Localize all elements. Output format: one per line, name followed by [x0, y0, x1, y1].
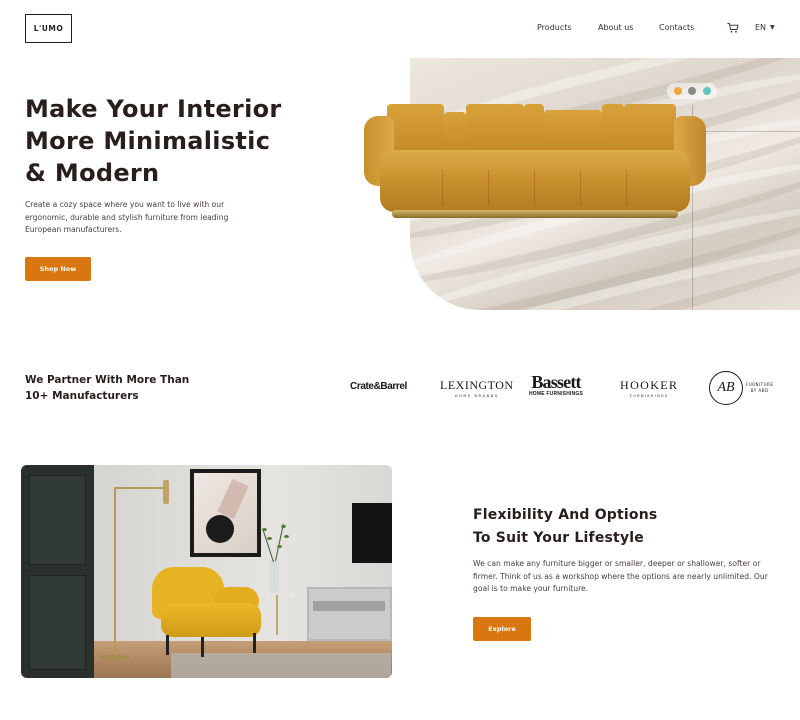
armchair-seat — [161, 603, 261, 637]
cart-icon[interactable] — [727, 22, 739, 34]
vase — [269, 560, 279, 593]
art-circle — [206, 515, 234, 543]
sofa-cushion — [544, 110, 602, 154]
door-panel — [29, 475, 86, 565]
top-navigation: L'UMO Products About us Contacts EN ▼ — [0, 0, 800, 58]
plant-leaf — [267, 537, 272, 540]
hero-title-line: & Modern — [25, 159, 160, 187]
armchair-leg — [201, 637, 204, 657]
sofa-seat — [380, 150, 690, 212]
sofa-cushion — [602, 104, 624, 154]
armchair-leg — [253, 633, 256, 653]
flexibility-description: We can make any furniture bigger or smal… — [473, 559, 768, 593]
sofa-cushion — [524, 104, 544, 154]
sofa-cushion — [387, 104, 444, 154]
art-strip — [217, 478, 249, 520]
color-swatches — [667, 83, 717, 99]
plant-leaf — [262, 528, 267, 531]
partners-title-line: We Partner With More Than — [25, 374, 190, 386]
partners-title: We Partner With More Than 10+ Manufactur… — [25, 372, 225, 404]
hero-title: Make Your Interior More Minimalistic & M… — [25, 93, 355, 189]
sofa-pleat — [442, 170, 443, 206]
sofa-pleat — [488, 170, 489, 206]
sofa-pleat — [580, 170, 581, 206]
hero-description: Create a cozy space where you want to li… — [25, 200, 229, 234]
brand-logo-hooker[interactable]: HOOKER FURNISHINGS — [620, 378, 678, 398]
room-rug — [171, 653, 391, 678]
nav-link-contacts[interactable]: Contacts — [659, 23, 694, 32]
side-table-leg — [276, 595, 278, 635]
wall-tv — [352, 503, 392, 563]
floor-lamp — [114, 489, 116, 659]
brand-logo-lexington[interactable]: LEXINGTON HOME BRANDS — [440, 378, 514, 398]
plant-leaf — [284, 535, 289, 538]
brand-logo[interactable]: L'UMO — [25, 14, 72, 43]
floor-lamp-base — [99, 655, 131, 659]
sofa-cushion — [624, 104, 676, 154]
floor-lamp-head — [163, 480, 169, 504]
caret-down-icon: ▼ — [770, 24, 775, 31]
door-panel — [29, 575, 86, 670]
shop-now-button[interactable]: Shop Now — [25, 257, 91, 281]
wall-art-frame — [190, 469, 261, 557]
sofa-cushion — [444, 112, 466, 154]
brand-subtitle: HOME FURNISHINGS — [529, 391, 584, 397]
flexibility-title-line: Flexibility And Options — [473, 507, 658, 523]
floor-lamp-arm — [114, 487, 166, 489]
color-swatch-teal[interactable] — [702, 87, 711, 95]
wall-panel-line — [692, 131, 800, 132]
nav-link-about-us[interactable]: About us — [598, 23, 633, 32]
sofa-image — [362, 100, 707, 225]
color-swatch-gray[interactable] — [688, 87, 696, 95]
brand-logo-ab[interactable]: AB FURNITURE BY ABD — [709, 371, 773, 405]
brand-subtitle: FURNITURE BY ABD — [746, 382, 773, 394]
language-label: EN — [755, 23, 767, 32]
wall-art — [194, 473, 257, 553]
brand-logo-crate-barrel[interactable]: Crate&Barrel — [350, 381, 407, 392]
explore-button[interactable]: Explore — [473, 617, 531, 641]
flexibility-title: Flexibility And Options To Suit Your Lif… — [473, 504, 773, 549]
nav-link-products[interactable]: Products — [537, 23, 572, 32]
hero-title-line: Make Your Interior — [25, 95, 282, 123]
room-door — [21, 465, 94, 678]
cabinet-shelf — [313, 601, 385, 611]
sofa-pleat — [534, 170, 535, 206]
partners-title-line: 10+ Manufacturers — [25, 390, 139, 402]
color-swatch-orange[interactable] — [673, 87, 682, 95]
brand-subtitle-line: BY ABD — [750, 388, 769, 393]
brand-subtitle: HOME BRANDS — [454, 394, 499, 398]
brand-name: Bassett — [531, 372, 581, 392]
brand-mark: AB — [709, 371, 743, 405]
sofa-pleat — [626, 170, 627, 206]
living-room-image — [21, 465, 392, 678]
media-cabinet — [307, 587, 392, 641]
language-selector[interactable]: EN ▼ — [755, 23, 775, 32]
sofa-base — [392, 210, 678, 218]
hero-title-line: More Minimalistic — [25, 127, 271, 155]
plant-leaf — [281, 525, 286, 528]
sofa-cushion — [466, 104, 524, 154]
flexibility-title-line: To Suit Your Lifestyle — [473, 529, 644, 546]
brand-subtitle: FURNISHINGS — [630, 394, 669, 398]
brand-name: HOOKER — [620, 378, 679, 392]
plant-leaf — [277, 545, 282, 548]
armchair-leg — [166, 635, 169, 655]
brand-name: LEXINGTON — [440, 378, 514, 392]
brand-logo-bassett[interactable]: Bassett HOME FURNISHINGS — [529, 373, 583, 397]
